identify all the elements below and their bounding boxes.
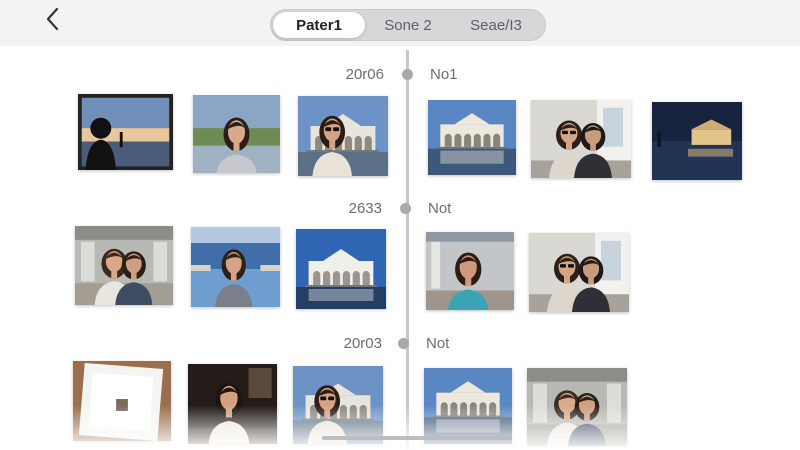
back-button[interactable]	[36, 6, 70, 36]
horizontal-scrollbar[interactable]	[322, 436, 512, 440]
chevron-left-icon	[44, 7, 62, 36]
photo-thumbnail[interactable]	[293, 366, 383, 444]
tab-sone-2[interactable]: Sone 2	[365, 12, 451, 38]
photo-thumbnail[interactable]	[652, 102, 742, 180]
photo-thumbnail[interactable]	[75, 226, 173, 305]
segmented-control: Pater1 Sone 2 Seae/I3	[270, 9, 546, 41]
photo-thumbnail[interactable]	[193, 95, 280, 173]
tab-seae-i3[interactable]: Seae/I3	[451, 12, 541, 38]
date-label: 20r03	[343, 335, 382, 352]
photo-thumbnail[interactable]	[78, 94, 173, 170]
timeline-dot	[400, 203, 411, 214]
photo-thumbnail[interactable]	[424, 368, 512, 444]
photo-thumbnail[interactable]	[529, 233, 629, 312]
photo-thumbnail[interactable]	[428, 100, 516, 175]
tab-pater1[interactable]: Pater1	[273, 12, 365, 38]
photo-thumbnail[interactable]	[188, 364, 277, 444]
photo-thumbnail[interactable]	[296, 229, 386, 309]
timeline-dot	[402, 69, 413, 80]
date-label: 20r06	[345, 66, 384, 83]
timeline-dot	[398, 338, 409, 349]
photo-thumbnail[interactable]	[527, 368, 627, 446]
photo-thumbnail[interactable]	[531, 100, 631, 178]
date-label: 2633	[348, 200, 382, 217]
group-tag: Not	[426, 335, 450, 352]
photo-thumbnail[interactable]	[298, 96, 388, 176]
photo-thumbnail[interactable]	[426, 232, 514, 310]
group-tag: Not	[428, 200, 452, 217]
photo-thumbnail[interactable]	[73, 361, 171, 441]
timeline-axis	[406, 50, 409, 450]
photo-thumbnail[interactable]	[191, 227, 280, 307]
group-tag: No1	[430, 66, 458, 83]
